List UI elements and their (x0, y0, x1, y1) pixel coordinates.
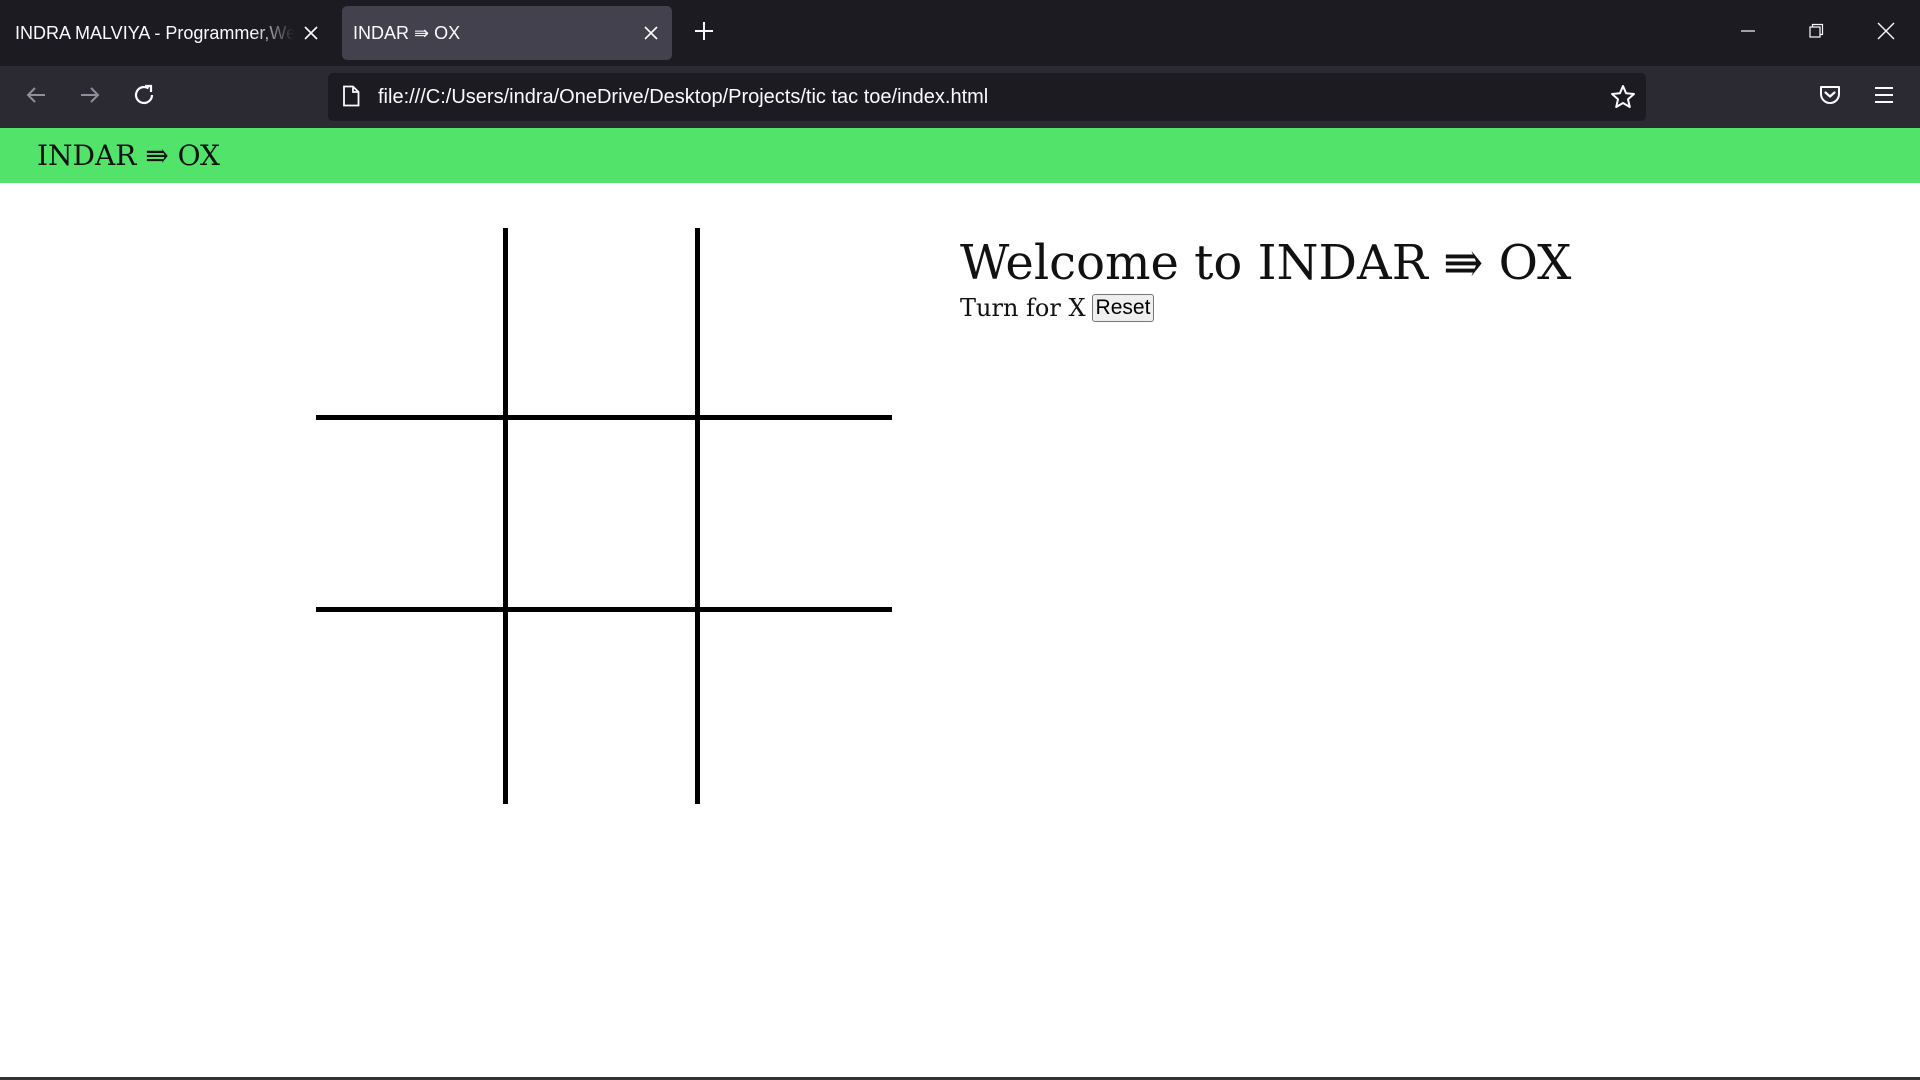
back-button[interactable] (15, 76, 57, 118)
pocket-icon (1818, 83, 1842, 112)
forward-arrow-icon (79, 84, 101, 111)
nav-toolbar: file:///C:/Users/indra/OneDrive/Desktop/… (0, 66, 1920, 128)
tab-portfolio[interactable]: INDRA MALVIYA - Programmer,Web Developer (0, 6, 332, 60)
board-cell[interactable] (508, 228, 700, 420)
tab-title: INDAR ⇛ OX (353, 22, 461, 43)
board-cell[interactable] (508, 612, 700, 804)
close-icon[interactable] (634, 16, 668, 50)
window-close-button[interactable] (1852, 0, 1920, 66)
tab-title: INDRA MALVIYA - Programmer,Web Developer (15, 22, 294, 43)
pocket-button[interactable] (1809, 76, 1851, 118)
reset-button[interactable]: Reset (1091, 294, 1155, 322)
turn-indicator: Turn for X (960, 294, 1086, 322)
restore-icon (1808, 23, 1824, 44)
board-cell[interactable] (316, 228, 508, 420)
tab-indar-ox[interactable]: INDAR ⇛ OX (342, 6, 672, 60)
address-bar[interactable]: file:///C:/Users/indra/OneDrive/Desktop/… (328, 73, 1646, 121)
site-header: INDAR ⇛ OX (0, 128, 1920, 183)
close-icon[interactable] (294, 16, 328, 50)
game-board (316, 228, 892, 804)
board-cell[interactable] (700, 420, 892, 612)
board-cell[interactable] (508, 420, 700, 612)
url-text[interactable]: file:///C:/Users/indra/OneDrive/Desktop/… (378, 73, 988, 121)
game-info: Welcome to INDAR ⇛ OX Turn for X Reset (960, 230, 1571, 322)
menu-icon (1873, 85, 1895, 110)
plus-icon (694, 21, 714, 46)
minimize-icon (1740, 23, 1756, 44)
star-icon[interactable] (1610, 84, 1636, 115)
site-title: INDAR ⇛ OX (37, 139, 220, 172)
reload-button[interactable] (123, 76, 165, 118)
board-cell[interactable] (700, 612, 892, 804)
back-arrow-icon (25, 84, 47, 111)
tab-bar: INDRA MALVIYA - Programmer,Web Developer… (0, 0, 1920, 66)
turn-line: Turn for X Reset (960, 294, 1571, 322)
board-cell[interactable] (316, 420, 508, 612)
menu-button[interactable] (1863, 76, 1905, 118)
welcome-heading: Welcome to INDAR ⇛ OX (960, 235, 1572, 291)
reload-icon (132, 83, 156, 112)
minimize-button[interactable] (1714, 0, 1782, 66)
forward-button[interactable] (69, 76, 111, 118)
page-icon (341, 85, 361, 112)
restore-button[interactable] (1782, 0, 1850, 66)
new-tab-button[interactable] (686, 15, 722, 51)
board-cell[interactable] (700, 228, 892, 420)
board-cell[interactable] (316, 612, 508, 804)
close-icon (1877, 22, 1895, 45)
